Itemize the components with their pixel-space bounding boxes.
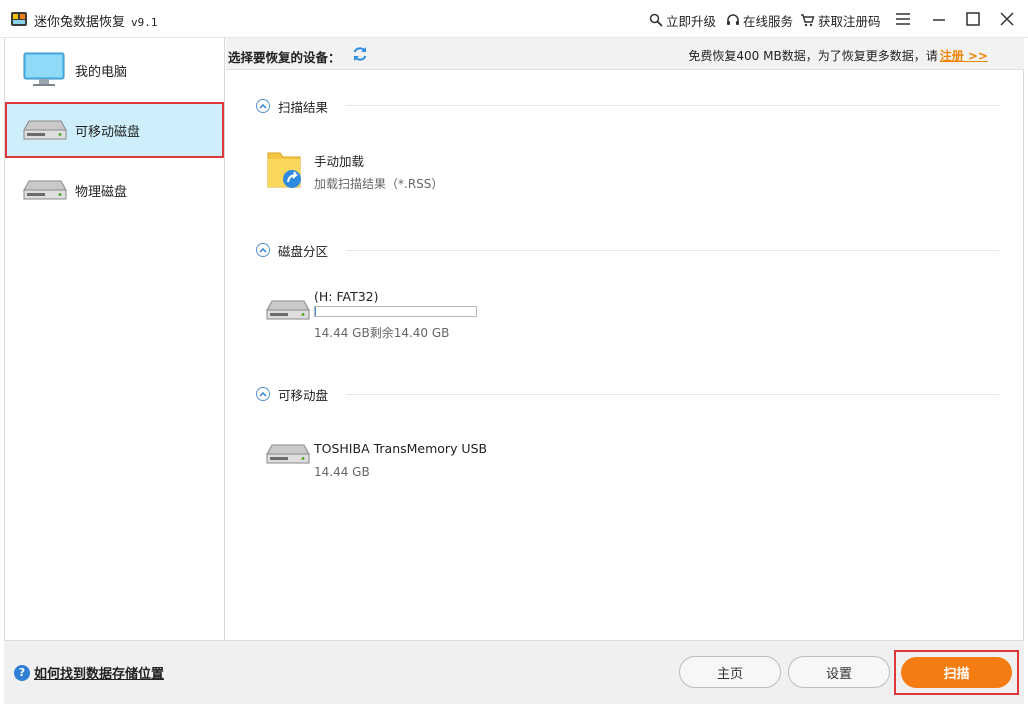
section-title: 可移动盘 — [278, 387, 329, 403]
section-divider — [346, 250, 999, 251]
home-button[interactable]: 主页 — [679, 656, 781, 688]
section-partitions: 磁盘分区 — [256, 241, 328, 259]
bottom-bar: ? 如何找到数据存储位置 主页 设置 扫描 — [4, 640, 1024, 704]
device-sidebar: 我的电脑 可移动磁盘 物理磁盘 — [4, 38, 225, 640]
upgrade-label: 立即升级 — [666, 13, 717, 29]
manual-load-item[interactable]: 手动加载 加载扫描结果（*.RSS） — [266, 147, 486, 191]
removable-device-item[interactable]: TOSHIBA TransMemory USB 14.44 GB — [266, 441, 506, 481]
sidebar-item-label: 可移动磁盘 — [75, 124, 141, 140]
sidebar-item-label: 我的电脑 — [75, 64, 128, 80]
usb-disk-icon — [266, 444, 310, 464]
refresh-icon[interactable] — [352, 46, 368, 62]
online-service-label: 在线服务 — [743, 13, 794, 29]
partition-item[interactable]: (H: FAT32) 14.44 GB剩余14.40 GB — [266, 289, 506, 340]
chevron-up-icon — [259, 247, 267, 253]
headset-icon — [727, 14, 739, 25]
collapse-toggle-scan-results[interactable] — [256, 99, 270, 113]
help-icon: ? — [14, 664, 30, 681]
chevron-up-icon — [259, 391, 267, 397]
notice-text: 免费恢复400 MB数据，为了恢复更多数据，请 — [688, 49, 938, 63]
upgrade-link[interactable]: 立即升级 — [649, 11, 716, 29]
section-removable: 可移动盘 — [256, 385, 328, 403]
main-header: 选择要恢复的设备： 免费恢复400 MB数据，为了恢复更多数据，请 注册 >> — [226, 38, 1024, 70]
disk-usage-bar — [314, 306, 477, 317]
main-panel: 选择要恢复的设备： 免费恢复400 MB数据，为了恢复更多数据，请 注册 >> 扫… — [226, 38, 1024, 640]
app-logo-icon — [11, 12, 27, 26]
minimize-icon[interactable] — [929, 9, 949, 29]
section-title: 扫描结果 — [278, 99, 329, 115]
section-scan-results: 扫描结果 — [256, 97, 328, 115]
maximize-icon[interactable] — [963, 9, 983, 29]
scan-button-label: 扫描 — [943, 667, 970, 682]
folder-load-icon — [267, 152, 301, 188]
sidebar-item-my-computer[interactable]: 我的电脑 — [5, 42, 224, 98]
collapse-toggle-partitions[interactable] — [256, 243, 270, 257]
sidebar-item-physical-disk[interactable]: 物理磁盘 — [5, 162, 224, 218]
removable-disk-icon — [23, 120, 67, 140]
app-title-text: 迷你兔数据恢复 — [34, 15, 126, 30]
entry-subtext: 14.44 GB剩余14.40 GB — [314, 326, 450, 340]
help-link[interactable]: ? 如何找到数据存储位置 — [14, 663, 164, 682]
scan-button[interactable]: 扫描 — [901, 657, 1012, 688]
menu-icon[interactable] — [893, 9, 913, 29]
collapse-toggle-removable[interactable] — [256, 387, 270, 401]
get-code-label: 获取注册码 — [818, 13, 881, 29]
app-version: v9.1 — [131, 16, 158, 29]
section-divider — [346, 105, 999, 106]
entry-name: (H: FAT32) — [314, 289, 379, 304]
help-text: 如何找到数据存储位置 — [34, 667, 165, 682]
get-code-link[interactable]: 获取注册码 — [800, 11, 881, 29]
physical-disk-icon — [23, 180, 67, 200]
page-title: 选择要恢复的设备： — [228, 50, 341, 65]
search-key-icon — [649, 13, 663, 27]
title-bar: 迷你兔数据恢复 v9.1 立即升级 在线服务 获取注册码 — [0, 0, 1028, 38]
sidebar-item-removable-disk[interactable]: 可移动磁盘 — [5, 102, 224, 158]
register-link[interactable]: 注册 >> — [940, 49, 988, 63]
entry-name: TOSHIBA TransMemory USB — [314, 441, 488, 456]
app-title: 迷你兔数据恢复 v9.1 — [34, 11, 158, 30]
chevron-up-icon — [259, 103, 267, 109]
cart-icon — [801, 14, 815, 27]
section-divider — [346, 394, 999, 395]
entry-subtext: 14.44 GB — [314, 465, 370, 479]
entry-name: 手动加载 — [314, 154, 365, 169]
settings-button[interactable]: 设置 — [788, 656, 890, 688]
close-icon[interactable] — [997, 9, 1017, 29]
section-title: 磁盘分区 — [278, 243, 329, 259]
free-quota-notice: 免费恢复400 MB数据，为了恢复更多数据，请 注册 >> — [688, 47, 988, 64]
home-button-label: 主页 — [716, 666, 743, 682]
entry-subtext: 加载扫描结果（*.RSS） — [314, 177, 444, 191]
partition-disk-icon — [266, 300, 310, 320]
sidebar-item-label: 物理磁盘 — [75, 184, 128, 200]
scan-button-highlight: 扫描 — [894, 650, 1019, 695]
settings-button-label: 设置 — [825, 666, 852, 682]
online-service-link[interactable]: 在线服务 — [726, 11, 793, 29]
monitor-icon — [23, 52, 65, 86]
